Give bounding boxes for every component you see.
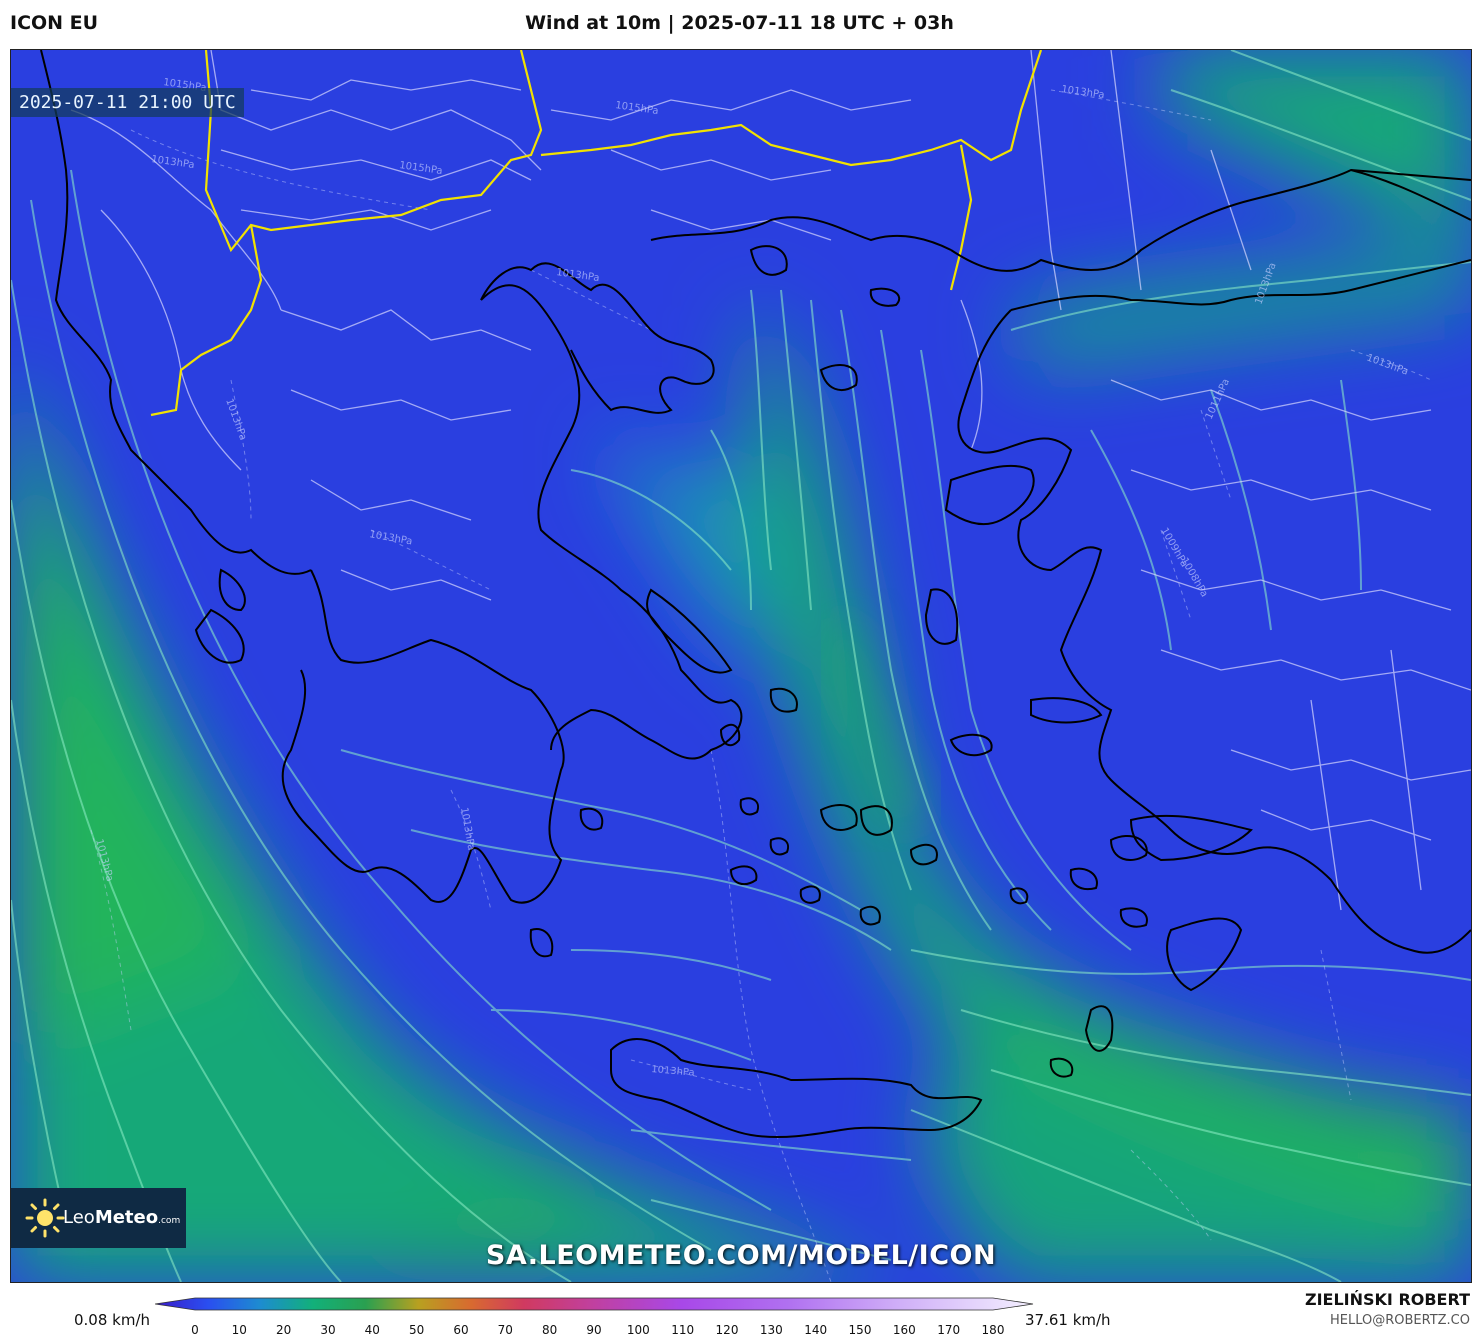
wind-speed-colorbar: 0 10 20 30 40 50 60 70 80 90 100 110 120…	[155, 1297, 1034, 1337]
colorbar-tick: 80	[542, 1323, 557, 1337]
valid-time-badge: 2025-07-11 21:00 UTC	[11, 88, 244, 117]
sun-icon	[25, 1198, 65, 1238]
author-email[interactable]: HELLO@ROBERTZ.CO	[1330, 1313, 1470, 1328]
colorbar-tick: 140	[804, 1323, 827, 1337]
colorbar-tick: 110	[671, 1323, 694, 1337]
colorbar-tick: 160	[893, 1323, 916, 1337]
source-watermark: SA.LEOMETEO.COM/MODEL/ICON	[485, 1240, 997, 1271]
colorbar-tick: 100	[627, 1323, 650, 1337]
colorbar-gradient	[155, 1297, 1034, 1311]
logo-bold: Meteo	[94, 1207, 159, 1228]
colorbar-tick: 130	[760, 1323, 783, 1337]
wind-map[interactable]: 1015hPa 1013hPa 1015hPa 1013hPa 1015hPa …	[10, 49, 1472, 1283]
colorbar-tick: 90	[586, 1323, 601, 1337]
logo-suffix: .com	[158, 1216, 181, 1226]
colorbar-tick: 170	[937, 1323, 960, 1337]
colorbar-tick: 150	[849, 1323, 872, 1337]
legend-min-label: 0.08 km/h	[74, 1311, 151, 1329]
colorbar-tick: 20	[276, 1323, 291, 1337]
logo-light: Leo	[63, 1207, 95, 1228]
colorbar-tick: 180	[982, 1323, 1005, 1337]
colorbar-tick: 120	[716, 1323, 739, 1337]
colorbar-tick: 50	[409, 1323, 424, 1337]
logo-wordmark: LeoMeteo.com	[63, 1207, 180, 1228]
colorbar-tick: 40	[365, 1323, 380, 1337]
colorbar-tick: 70	[498, 1323, 513, 1337]
colorbar-ticks: 0 10 20 30 40 50 60 70 80 90 100 110 120…	[191, 1323, 1004, 1337]
colorbar-tick: 10	[232, 1323, 247, 1337]
map-canvas: 1015hPa 1013hPa 1015hPa 1013hPa 1015hPa …	[11, 50, 1471, 1282]
map-title: Wind at 10m | 2025-07-11 18 UTC + 03h	[525, 12, 954, 34]
colorbar-tick: 0	[191, 1323, 199, 1337]
colorbar-tick: 30	[320, 1323, 335, 1337]
legend-max-label: 37.61 km/h	[1025, 1311, 1111, 1329]
author-name: ZIELIŃSKI ROBERT	[1304, 1290, 1470, 1309]
colorbar-tick: 60	[453, 1323, 468, 1337]
leometeo-logo[interactable]: LeoMeteo.com	[11, 1188, 186, 1248]
